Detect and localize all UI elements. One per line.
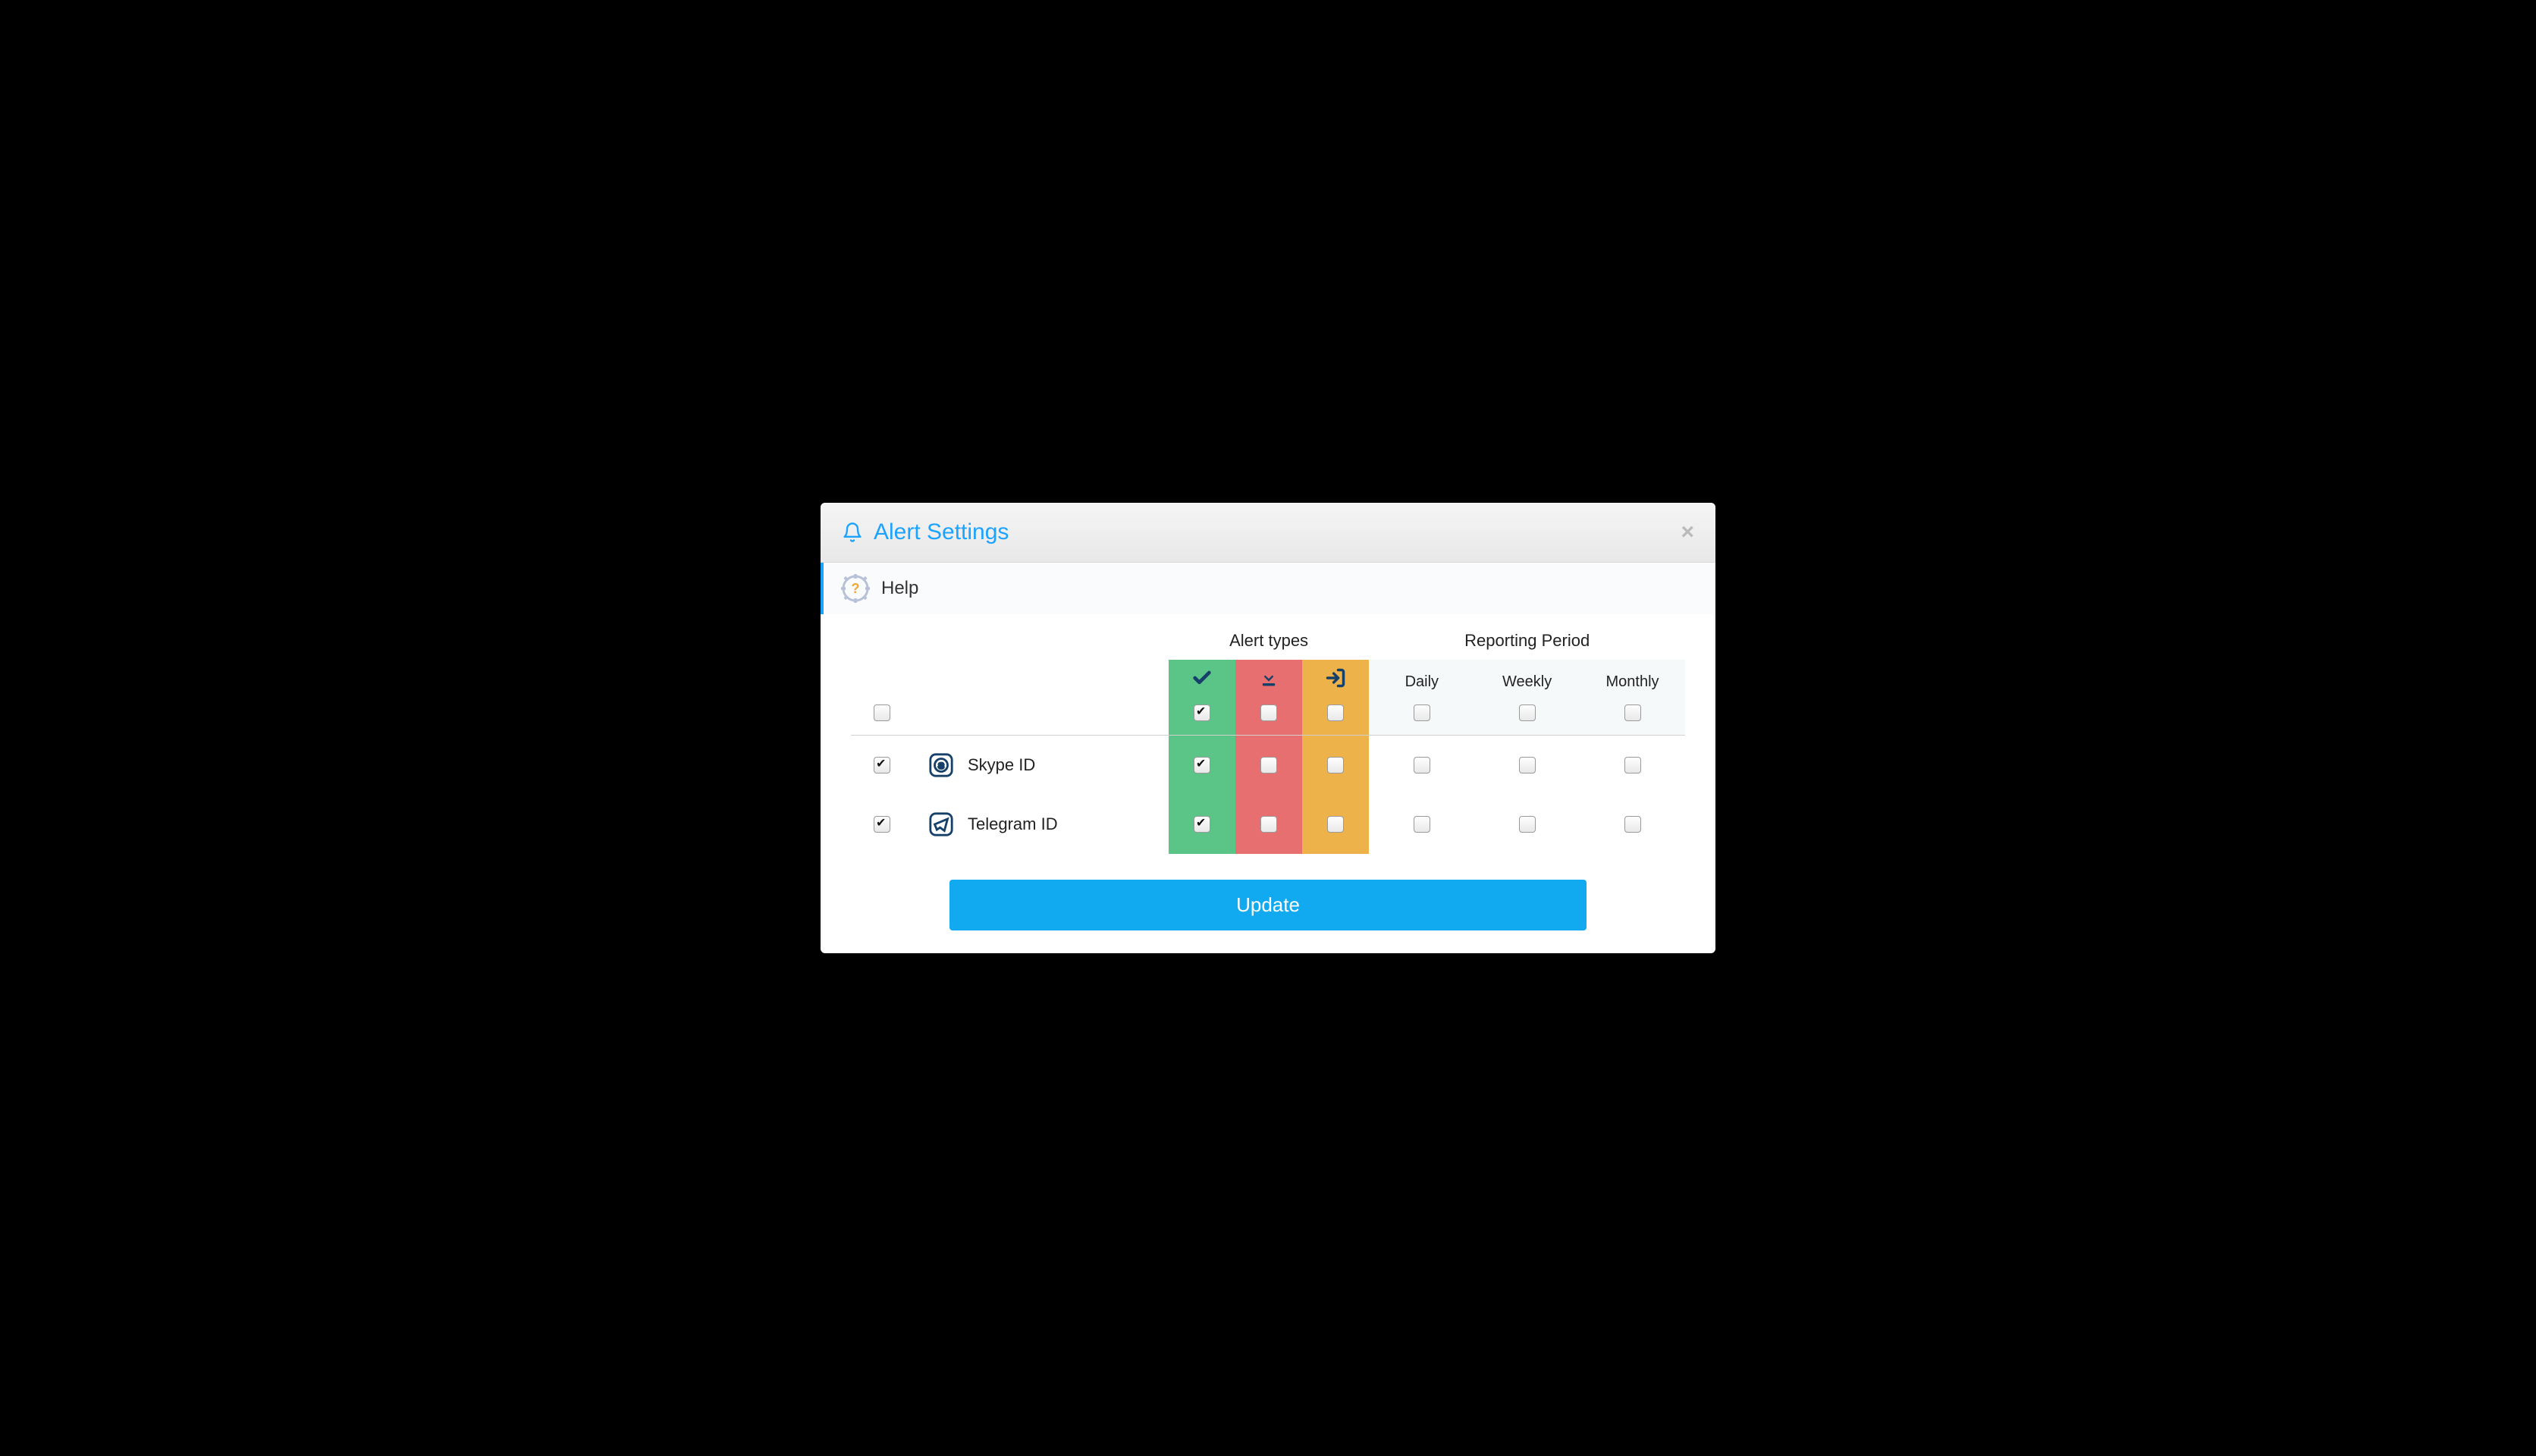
row-weekly-checkbox[interactable] xyxy=(1519,757,1536,774)
login-icon xyxy=(1302,667,1369,689)
reporting-period-header: Reporting Period xyxy=(1369,623,1685,660)
table-row: Telegram ID xyxy=(851,795,1685,854)
alert-types-header: Alert types xyxy=(1169,623,1370,660)
all-daily-checkbox[interactable] xyxy=(1414,704,1430,721)
row-enable-checkbox[interactable] xyxy=(874,816,890,833)
row-weekly-checkbox[interactable] xyxy=(1519,816,1536,833)
all-weekly-checkbox[interactable] xyxy=(1519,704,1536,721)
dialog-content: Alert types Reporting Period xyxy=(821,614,1715,953)
dialog-title: Alert Settings xyxy=(842,519,1009,545)
weekly-header: Weekly xyxy=(1474,660,1580,695)
all-monthly-checkbox[interactable] xyxy=(1624,704,1641,721)
row-green-checkbox[interactable] xyxy=(1194,816,1210,833)
row-monthly-checkbox[interactable] xyxy=(1624,757,1641,774)
svg-text:S: S xyxy=(938,761,944,770)
row-red-checkbox[interactable] xyxy=(1260,757,1277,774)
help-gear-icon: ? xyxy=(840,573,871,604)
svg-text:?: ? xyxy=(852,581,860,596)
skype-icon: S xyxy=(928,752,954,778)
bell-icon xyxy=(842,522,863,543)
row-label: Telegram ID xyxy=(968,814,1058,834)
select-all-checkbox[interactable] xyxy=(874,704,890,721)
row-monthly-checkbox[interactable] xyxy=(1624,816,1641,833)
daily-header: Daily xyxy=(1369,660,1474,695)
help-tab[interactable]: ? Help xyxy=(821,563,1715,614)
telegram-icon xyxy=(928,811,954,837)
dialog-title-text: Alert Settings xyxy=(874,519,1009,545)
download-icon xyxy=(1235,667,1302,689)
update-button[interactable]: Update xyxy=(949,880,1587,930)
table-row: S Skype ID xyxy=(851,736,1685,795)
help-label: Help xyxy=(881,578,918,599)
row-green-checkbox[interactable] xyxy=(1194,757,1210,774)
check-icon xyxy=(1169,667,1235,689)
all-red-checkbox[interactable] xyxy=(1260,704,1277,721)
row-label: Skype ID xyxy=(968,755,1035,775)
row-enable-checkbox[interactable] xyxy=(874,757,890,774)
close-button[interactable]: × xyxy=(1681,519,1694,545)
all-orange-checkbox[interactable] xyxy=(1327,704,1344,721)
row-orange-checkbox[interactable] xyxy=(1327,816,1344,833)
row-orange-checkbox[interactable] xyxy=(1327,757,1344,774)
alert-settings-dialog: Alert Settings × ? Help xyxy=(821,503,1715,953)
row-daily-checkbox[interactable] xyxy=(1414,757,1430,774)
monthly-header: Monthly xyxy=(1580,660,1685,695)
all-green-checkbox[interactable] xyxy=(1194,704,1210,721)
row-daily-checkbox[interactable] xyxy=(1414,816,1430,833)
dialog-header: Alert Settings × xyxy=(821,503,1715,563)
row-red-checkbox[interactable] xyxy=(1260,816,1277,833)
alert-settings-table: Alert types Reporting Period xyxy=(851,623,1685,854)
